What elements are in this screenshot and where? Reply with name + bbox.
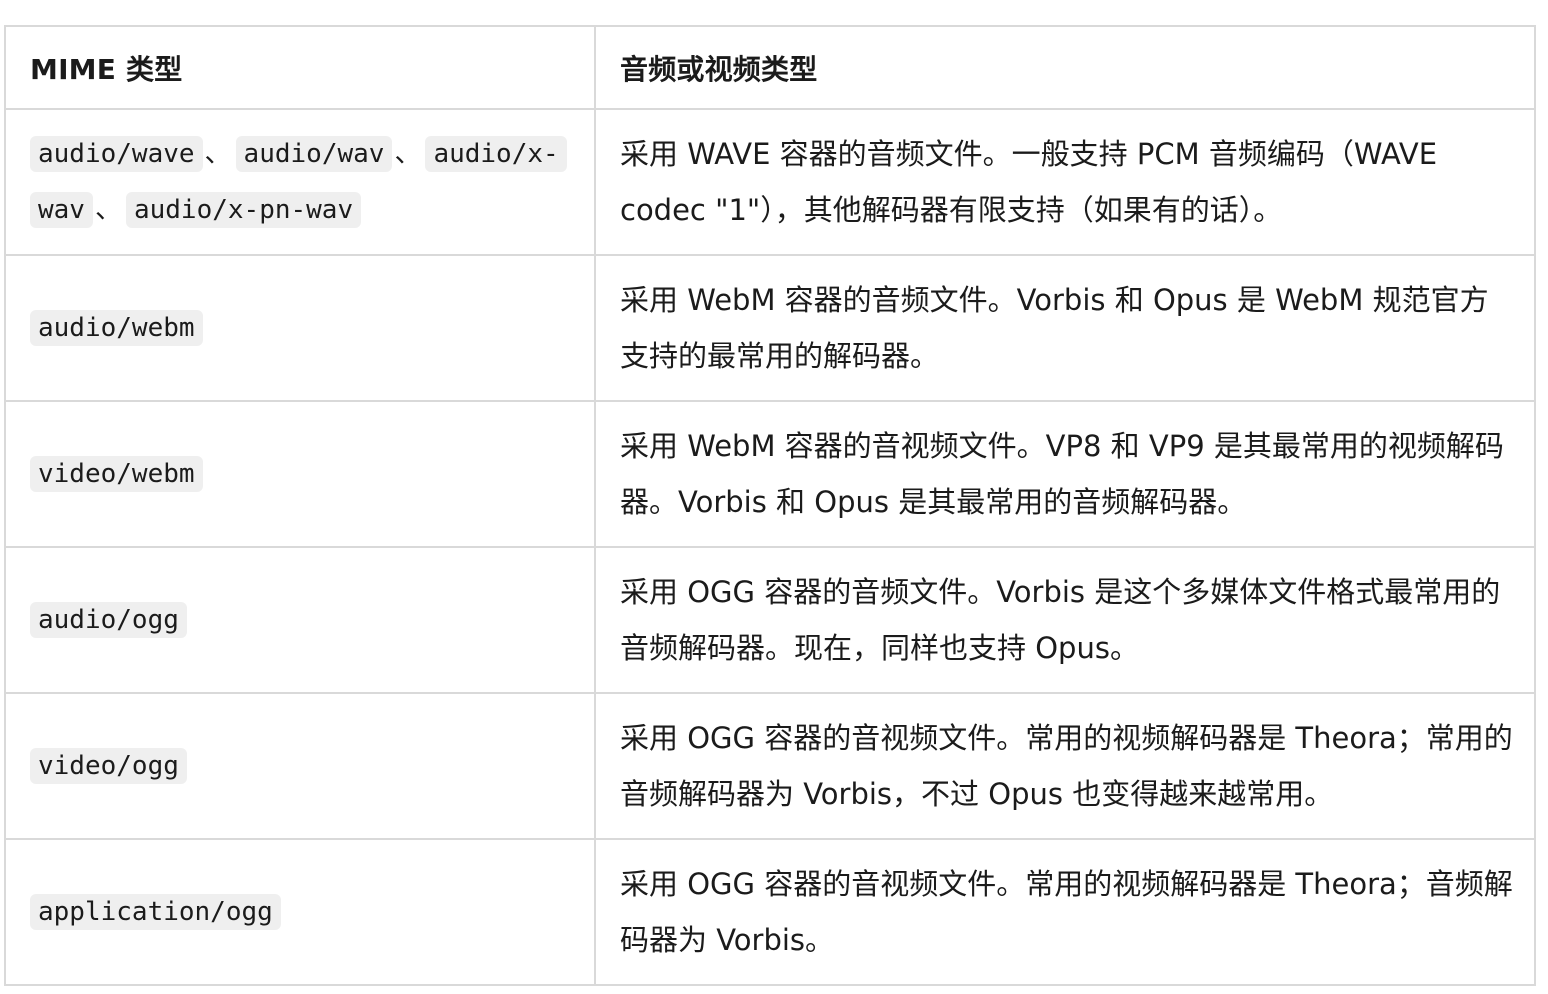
description-cell: 采用 OGG 容器的音视频文件。常用的视频解码器是 Theora；常用的音频解码… — [594, 692, 1536, 840]
table-row: audio/ogg 采用 OGG 容器的音频文件。Vorbis 是这个多媒体文件… — [4, 546, 1536, 694]
mime-type-table: MIME 类型 音频或视频类型 audio/wave、 audio/wav、 aud… — [4, 25, 1536, 986]
table-row: audio/webm 采用 WebM 容器的音频文件。Vorbis 和 Opus… — [4, 254, 1536, 402]
mime-cell: video/ogg — [4, 692, 596, 840]
mime-cell: audio/wave、 audio/wav、 audio/x-wav、 audio/x… — [4, 108, 596, 256]
mime-code: audio/ogg — [30, 602, 187, 638]
header-row: MIME 类型 音频或视频类型 — [4, 25, 1536, 110]
table-row: audio/wave、 audio/wav、 audio/x-wav、 audio/x… — [4, 108, 1536, 256]
mime-code: audio/wave — [30, 136, 203, 172]
table-body: audio/wave、 audio/wav、 audio/x-wav、 audio/x… — [4, 108, 1536, 986]
mime-code: audio/x-pn-wav — [125, 192, 362, 228]
description-cell: 采用 WebM 容器的音频文件。Vorbis 和 Opus 是 WebM 规范官… — [594, 254, 1536, 402]
mime-cell: video/webm — [4, 400, 596, 548]
description-cell: 采用 OGG 容器的音频文件。Vorbis 是这个多媒体文件格式最常用的音频解码… — [594, 546, 1536, 694]
description-cell: 采用 WebM 容器的音视频文件。VP8 和 VP9 是其最常用的视频解码器。V… — [594, 400, 1536, 548]
mime-cell: audio/webm — [4, 254, 596, 402]
table-header: MIME 类型 音频或视频类型 — [4, 25, 1536, 110]
separator: 、 — [94, 194, 122, 225]
header-media-type: 音频或视频类型 — [594, 25, 1536, 110]
mime-code: audio/wav — [235, 136, 393, 172]
description-cell: 采用 WAVE 容器的音频文件。一般支持 PCM 音频编码（WAVE codec… — [594, 108, 1536, 256]
mime-code: video/webm — [30, 456, 203, 492]
mime-code: audio/webm — [30, 310, 203, 346]
mime-code: video/ogg — [30, 748, 187, 784]
table-row: application/ogg 采用 OGG 容器的音视频文件。常用的视频解码器… — [4, 838, 1536, 986]
table-row: video/ogg 采用 OGG 容器的音视频文件。常用的视频解码器是 Theo… — [4, 692, 1536, 840]
separator: 、 — [394, 138, 422, 169]
mime-cell: audio/ogg — [4, 546, 596, 694]
header-mime-type: MIME 类型 — [4, 25, 596, 110]
separator: 、 — [204, 138, 232, 169]
description-cell: 采用 OGG 容器的音视频文件。常用的视频解码器是 Theora；音频解码器为 … — [594, 838, 1536, 986]
mime-type-table-container: MIME 类型 音频或视频类型 audio/wave、 audio/wav、 aud… — [4, 25, 1536, 986]
mime-cell: application/ogg — [4, 838, 596, 986]
table-row: video/webm 采用 WebM 容器的音视频文件。VP8 和 VP9 是其… — [4, 400, 1536, 548]
mime-code: application/ogg — [30, 894, 281, 930]
